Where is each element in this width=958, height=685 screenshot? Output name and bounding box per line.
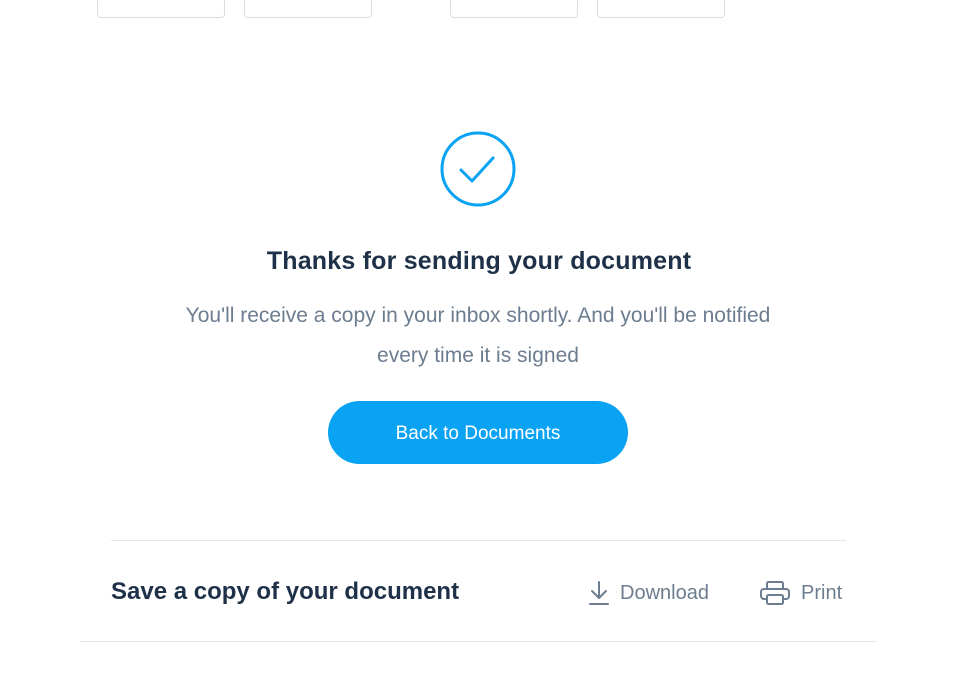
printer-icon [760, 581, 790, 605]
toolbar-button[interactable] [597, 0, 725, 18]
back-to-documents-button[interactable]: Back to Documents [328, 401, 628, 464]
toolbar-button[interactable] [244, 0, 372, 18]
confirmation-page: Thanks for sending your document You'll … [0, 0, 958, 685]
print-label: Print [801, 581, 843, 604]
confirmation-message: You'll receive a copy in your inbox shor… [185, 304, 771, 367]
toolbar-button[interactable] [450, 0, 578, 18]
save-copy-title: Save a copy of your document [111, 578, 460, 605]
confirmation-title: Thanks for sending your document [266, 247, 692, 275]
checkmark-circle-icon [440, 131, 516, 207]
download-icon [589, 581, 609, 605]
divider [80, 641, 877, 642]
divider [111, 540, 846, 541]
download-link[interactable]: Download [588, 578, 709, 608]
print-link[interactable]: Print [759, 578, 842, 608]
download-label: Download [620, 581, 709, 604]
toolbar-button[interactable] [97, 0, 225, 18]
